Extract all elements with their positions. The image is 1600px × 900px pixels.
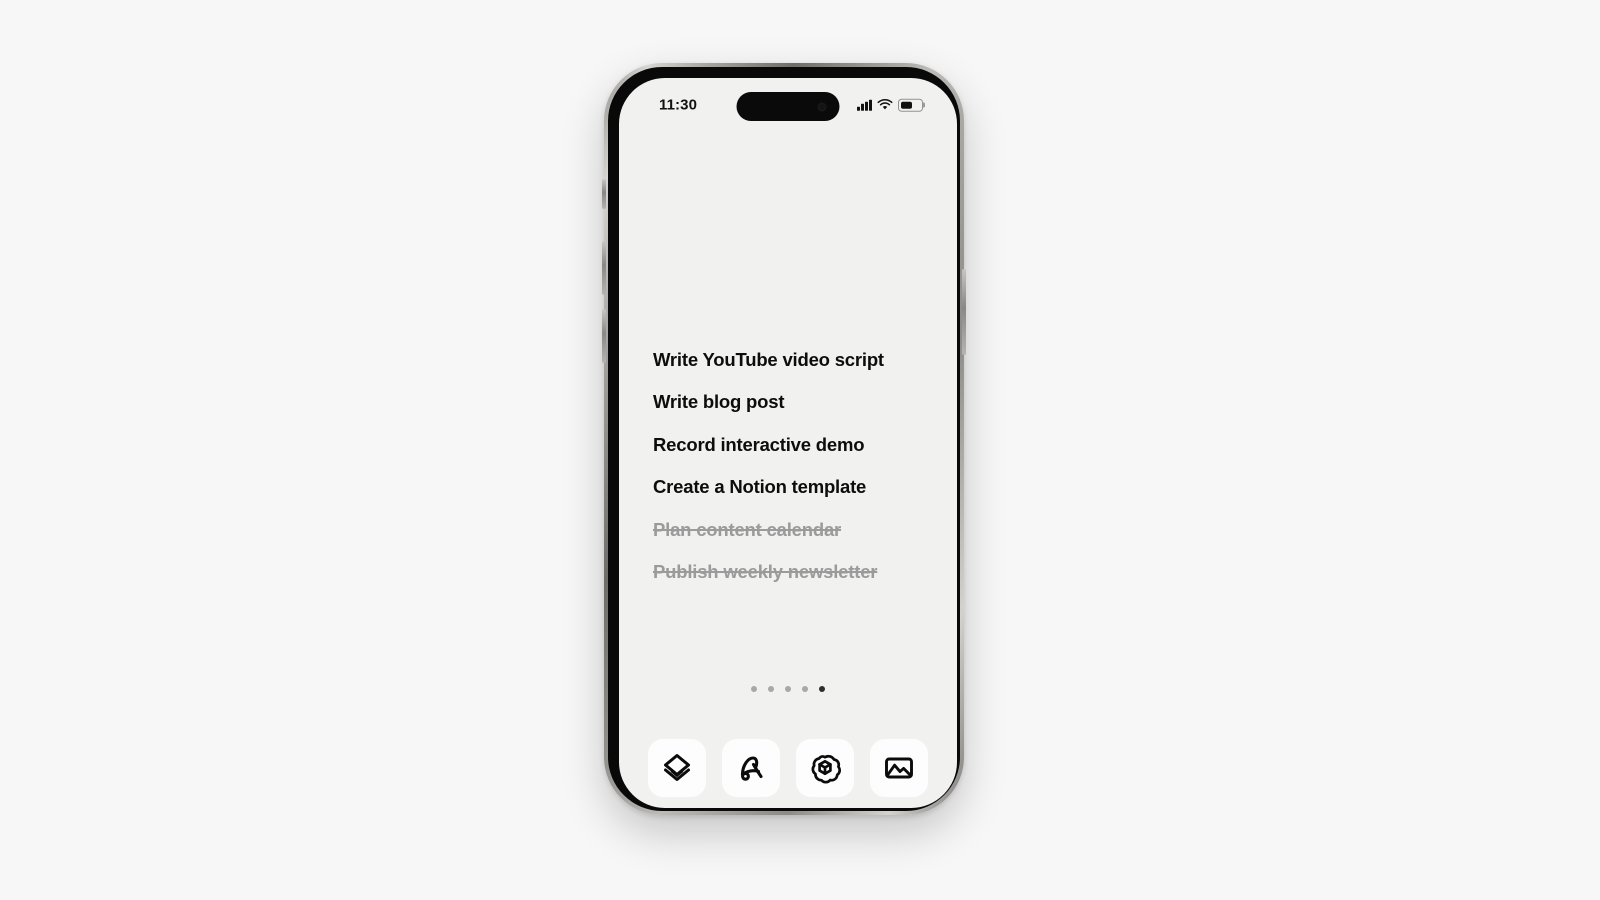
stacked-diamond-icon — [664, 754, 690, 781]
device-bezel: 11:30 Write YouTube video script Write b… — [608, 67, 960, 811]
power-button[interactable] — [962, 269, 966, 355]
arc-browser-icon — [740, 756, 763, 781]
dock-app-arc[interactable] — [722, 739, 780, 797]
volume-up-button[interactable] — [602, 241, 606, 295]
task-item[interactable]: Create a Notion template — [653, 477, 943, 497]
page-dot-active[interactable] — [819, 686, 825, 692]
status-bar-time: 11:30 — [659, 96, 698, 114]
dock-app-photos[interactable] — [870, 739, 928, 797]
app-dock — [619, 739, 957, 797]
task-list: Write YouTube video script Write blog po… — [653, 350, 943, 605]
page-dot[interactable] — [751, 686, 757, 692]
page-dot[interactable] — [785, 686, 791, 692]
cellular-bars-icon — [857, 99, 872, 111]
page-dot[interactable] — [768, 686, 774, 692]
task-item-completed[interactable]: Plan content calendar — [653, 519, 943, 539]
page-indicator — [619, 686, 957, 692]
device-screen: 11:30 Write YouTube video script Write b… — [619, 78, 957, 808]
photo-image-icon — [885, 757, 913, 779]
dock-app-chatgpt[interactable] — [796, 739, 854, 797]
task-item[interactable]: Write blog post — [653, 392, 943, 412]
volume-down-button[interactable] — [602, 309, 606, 363]
iphone-device-mockup: 11:30 Write YouTube video script Write b… — [602, 63, 966, 815]
task-item[interactable]: Write YouTube video script — [653, 350, 943, 370]
status-bar: 11:30 — [619, 78, 957, 132]
wifi-icon — [877, 99, 893, 110]
task-item-completed[interactable]: Publish weekly newsletter — [653, 562, 943, 582]
screenshot-canvas: 11:30 Write YouTube video script Write b… — [0, 0, 1600, 900]
status-bar-indicators — [857, 98, 923, 112]
face-id-sensor-icon — [817, 102, 827, 111]
task-item[interactable]: Record interactive demo — [653, 434, 943, 454]
action-button[interactable] — [602, 179, 606, 209]
battery-icon — [898, 98, 923, 112]
dynamic-island[interactable] — [736, 92, 840, 121]
page-dot[interactable] — [802, 686, 808, 692]
dock-app-linear[interactable] — [648, 739, 706, 797]
openai-logo-icon — [811, 754, 841, 784]
